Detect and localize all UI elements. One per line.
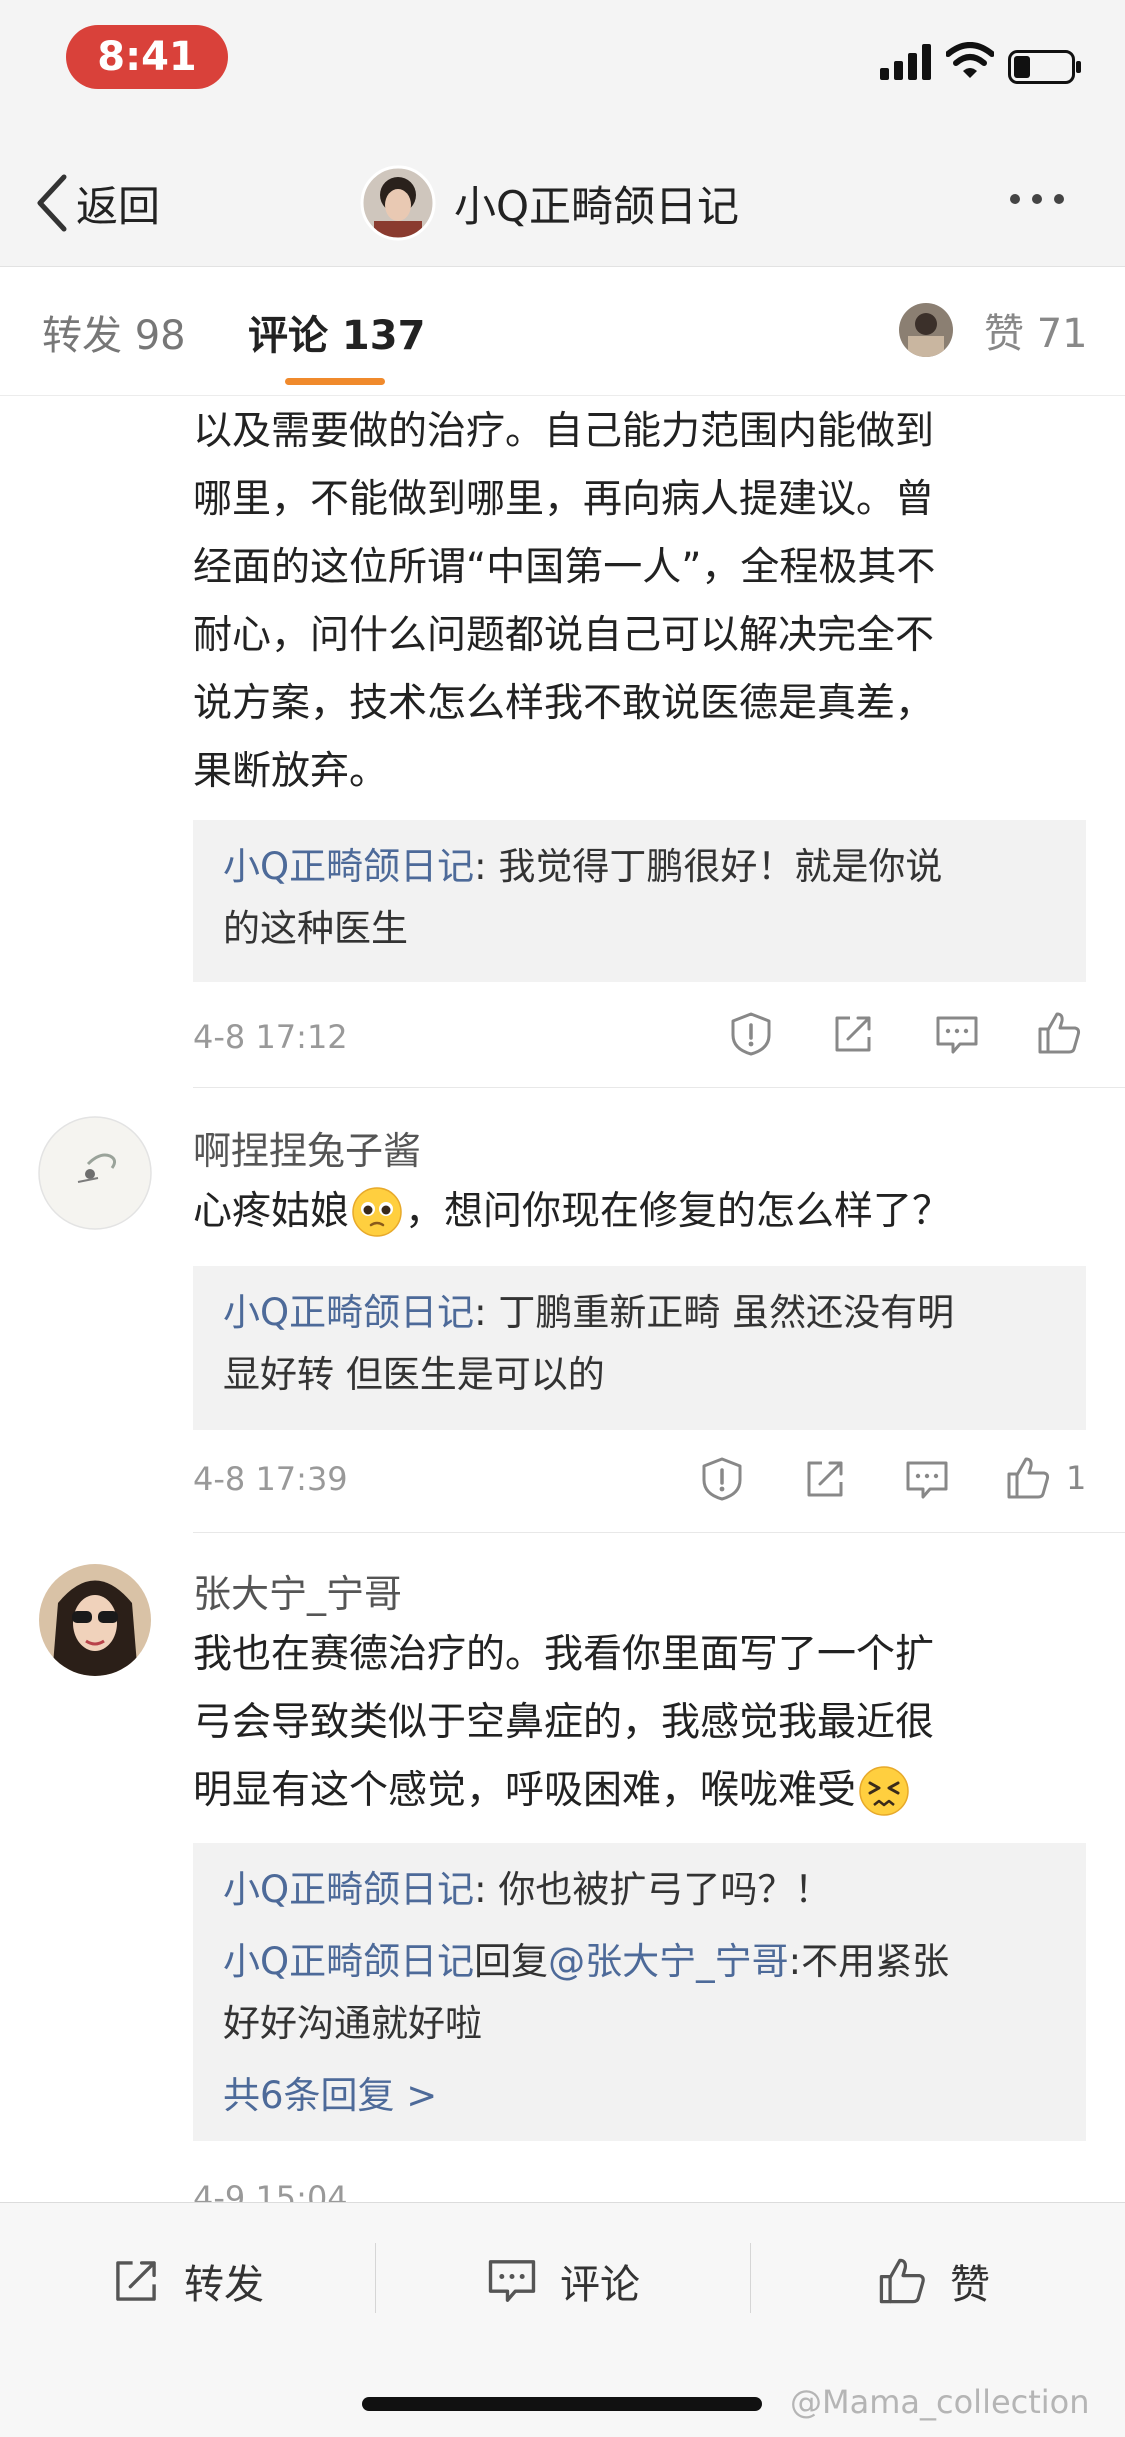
reply-text: : 我觉得丁鹏很好！就是你说: [474, 845, 943, 888]
comment-icon: [906, 1461, 948, 1499]
report-button[interactable]: [728, 1011, 774, 1061]
username[interactable]: 张大宁_宁哥: [193, 1563, 402, 1618]
reply-text: : 你也被扩弓了吗？！: [474, 1868, 832, 1911]
tab-bar: 转发 98 评论 137 赞 71: [0, 267, 1125, 396]
tab-like[interactable]: 赞 71: [898, 301, 1088, 359]
user-avatar[interactable]: [38, 1116, 152, 1230]
wifi-icon: [945, 42, 995, 84]
repost-label: 转发: [184, 2262, 264, 2308]
reply-text: 好好沟通就好啦: [223, 2002, 482, 2045]
bar-divider: [750, 2243, 751, 2313]
bottom-action-bar: 转发 评论 赞 @Mama_collection: [0, 2202, 1125, 2437]
back-button[interactable]: 返回: [34, 168, 160, 238]
reply-box[interactable]: 小Q正畸颌日记: 丁鹏重新正畸 虽然还没有明 显好转 但医生是可以的: [193, 1266, 1086, 1430]
reply-text: 的这种医生: [223, 907, 408, 950]
persevering-face-icon: [859, 1766, 909, 1816]
comment-time: 4-8 17:12: [193, 1018, 348, 1056]
tab-like-label: 赞 71: [984, 311, 1088, 357]
more-dot-icon: [1032, 194, 1042, 204]
signal-icon: [880, 44, 932, 80]
comment-text: 我也在赛德治疗的。我看你里面写了一个扩 弓会导致类似于空鼻症的，我感觉我最近很 …: [193, 1621, 1093, 1825]
like-label: 赞: [950, 2262, 990, 2308]
username[interactable]: 啊捏捏兔子酱: [193, 1120, 421, 1175]
mention-link[interactable]: @张大宁_宁哥: [548, 1940, 789, 1983]
comment-text: 心疼姑娘 ，想问你现在修复的怎么样了？: [193, 1178, 1093, 1246]
thumbs-up-icon: [879, 2258, 925, 2304]
watermark: @Mama_collection: [790, 2383, 1090, 2421]
reply-author-link[interactable]: 小Q正畸颌日记: [223, 1940, 474, 1983]
like-count: 1: [1066, 1459, 1087, 1497]
tab-repost[interactable]: 转发 98: [42, 303, 186, 361]
reply-author-link[interactable]: 小Q正畸颌日记: [223, 845, 474, 888]
nav-bar: 返回 小Q正畸颌日记: [0, 140, 1125, 267]
share-button[interactable]: [802, 1456, 848, 1506]
comment-icon: [936, 1016, 978, 1054]
comment-text: 以及需要做的治疗。自己能力范围内能做到 哪里，不能做到哪里，再向病人提建议。曾 …: [193, 409, 936, 794]
reply-button[interactable]: [904, 1458, 950, 1506]
reply-box[interactable]: 小Q正畸颌日记: 我觉得丁鹏很好！就是你说 的这种医生: [193, 820, 1086, 982]
share-icon: [835, 1016, 871, 1052]
tab-active-indicator: [285, 378, 385, 385]
share-button[interactable]: [830, 1011, 876, 1061]
repost-button[interactable]: 转发: [110, 2241, 264, 2321]
bottom-like-button[interactable]: 赞: [876, 2241, 990, 2321]
chevron-left-icon: [37, 174, 67, 232]
reply-box[interactable]: 小Q正畸颌日记: 你也被扩弓了吗？！ 小Q正畸颌日记回复@张大宁_宁哥:不用紧张…: [193, 1843, 1086, 2141]
more-options-button[interactable]: [1010, 194, 1064, 204]
reply-verb: 回复: [474, 1940, 549, 1983]
comment-divider: [193, 1532, 1125, 1533]
nav-profile[interactable]: 小Q正畸颌日记: [360, 162, 739, 244]
profile-avatar: [360, 165, 436, 241]
more-dot-icon: [1054, 194, 1064, 204]
comment-divider: [193, 1087, 1125, 1088]
liker-avatar: [899, 303, 953, 357]
report-icon: [731, 1012, 771, 1056]
bar-divider: [375, 2243, 376, 2313]
comment-icon: [488, 2260, 536, 2302]
tab-comment[interactable]: 评论 137: [248, 303, 425, 361]
home-indicator[interactable]: [362, 2397, 762, 2411]
report-button[interactable]: [699, 1456, 745, 1506]
like-button[interactable]: [1035, 1009, 1083, 1061]
page-title: 小Q正畸颌日记: [454, 181, 740, 231]
reply-text: :不用紧张: [788, 1940, 950, 1983]
reply-text: : 丁鹏重新正畸 虽然还没有明: [474, 1291, 955, 1334]
pleading-face-icon: [352, 1187, 402, 1237]
battery-icon: [1008, 50, 1082, 88]
comment-label: 评论: [560, 2262, 640, 2308]
report-icon: [702, 1457, 742, 1501]
share-icon: [807, 1461, 843, 1497]
reply-author-link[interactable]: 小Q正畸颌日记: [223, 1291, 474, 1334]
status-time: 8:41: [66, 25, 228, 89]
like-button[interactable]: 1: [1004, 1454, 1086, 1502]
more-replies-link[interactable]: 共6条回复 >: [223, 2065, 437, 2127]
reply-text: 显好转 但医生是可以的: [223, 1353, 605, 1396]
comment-time: 4-8 17:39: [193, 1460, 348, 1498]
more-dot-icon: [1010, 194, 1020, 204]
status-bar: 8:41: [0, 0, 1125, 140]
reply-author-link[interactable]: 小Q正畸颌日记: [223, 1868, 474, 1911]
user-avatar[interactable]: [38, 1563, 152, 1677]
thumbs-up-icon: [1007, 1457, 1050, 1499]
share-icon: [116, 2261, 156, 2301]
thumbs-up-icon: [1038, 1012, 1081, 1054]
reply-button[interactable]: [934, 1013, 980, 1061]
comment-button[interactable]: 评论: [486, 2241, 640, 2321]
back-label: 返回: [76, 181, 161, 231]
